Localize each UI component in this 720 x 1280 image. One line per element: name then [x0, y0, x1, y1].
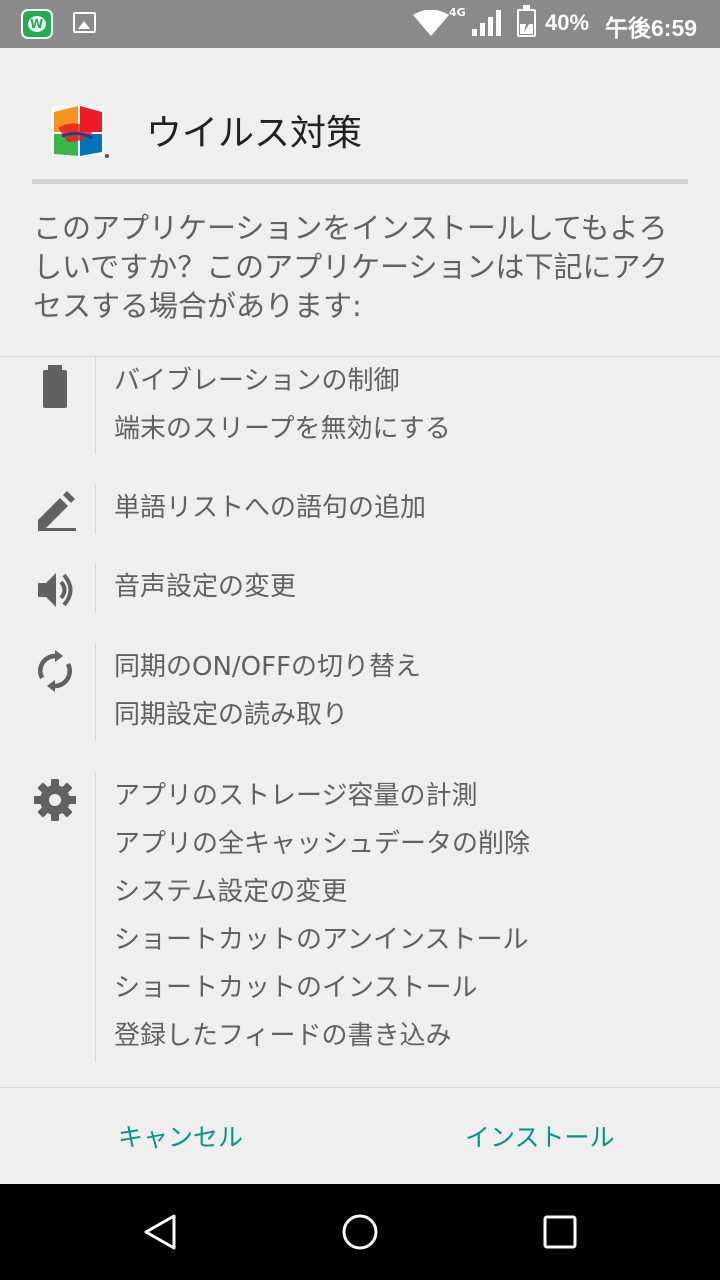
- status-bar: W 4G 40% 午後6:59: [0, 0, 720, 48]
- clock: 午後6:59: [605, 15, 698, 41]
- permission-item: システム設定の変更: [114, 877, 348, 907]
- home-icon[interactable]: [340, 1212, 380, 1252]
- header-divider: [32, 179, 688, 184]
- navigation-bar: [0, 1184, 720, 1280]
- signal-icon: [472, 10, 501, 36]
- wifi-icon: [413, 10, 449, 36]
- permission-item: アプリの全キャッシュデータの削除: [114, 829, 531, 859]
- avg-logo: [52, 106, 109, 158]
- permission-item: ショートカットのアンインストール: [114, 925, 529, 955]
- permission-list: 同期のON/OFFの切り替え 同期設定の読み取り: [114, 643, 421, 739]
- gear-icon: [34, 779, 76, 821]
- permission-rule: [95, 772, 96, 1062]
- permission-item: 同期のON/OFFの切り替え: [114, 652, 422, 682]
- footer-divider: [0, 1087, 720, 1088]
- cancel-button[interactable]: キャンセル: [118, 1118, 243, 1154]
- network-type: 4G: [449, 6, 466, 19]
- app-title: ウイルス対策: [146, 113, 363, 154]
- permission-item: 音声設定の変更: [114, 572, 297, 602]
- permission-item: 同期設定の読み取り: [114, 700, 349, 730]
- permission-rule: [95, 484, 96, 534]
- permission-rule: [95, 643, 96, 741]
- permission-list: アプリのストレージ容量の計測 アプリの全キャッシュデータの削除 システム設定の変…: [114, 772, 530, 1060]
- pen-icon: [38, 491, 76, 531]
- permission-rule: [95, 563, 96, 613]
- recent-apps-icon[interactable]: [540, 1212, 580, 1252]
- image-icon: [73, 12, 96, 33]
- install-question: このアプリケーションをインストールしてもよろしいですか？このアプリケーションは下…: [33, 211, 669, 323]
- battery-charging-icon: [517, 5, 536, 37]
- battery-percent: 40%: [545, 10, 590, 35]
- app-notification-icon: W: [21, 9, 53, 39]
- back-icon[interactable]: [140, 1212, 180, 1252]
- permission-item: アプリのストレージ容量の計測: [114, 781, 478, 811]
- battery-icon: [43, 365, 67, 408]
- install-button[interactable]: インストール: [465, 1118, 615, 1154]
- permission-item: 端末のスリープを無効にする: [114, 414, 451, 444]
- permission-list: 単語リストへの語句の追加: [114, 484, 426, 532]
- permission-item: 単語リストへの語句の追加: [114, 493, 427, 523]
- permission-list: 音声設定の変更: [114, 563, 296, 611]
- permission-list: バイブレーションの制御 端末のスリープを無効にする: [114, 357, 451, 453]
- permission-item: バイブレーションの制御: [114, 366, 400, 396]
- permission-item: ショートカットのインストール: [114, 973, 478, 1003]
- permission-item: 登録したフィードの書き込み: [114, 1021, 452, 1051]
- permission-rule: [95, 357, 96, 454]
- sync-icon: [38, 650, 72, 692]
- volume-icon: [38, 573, 73, 607]
